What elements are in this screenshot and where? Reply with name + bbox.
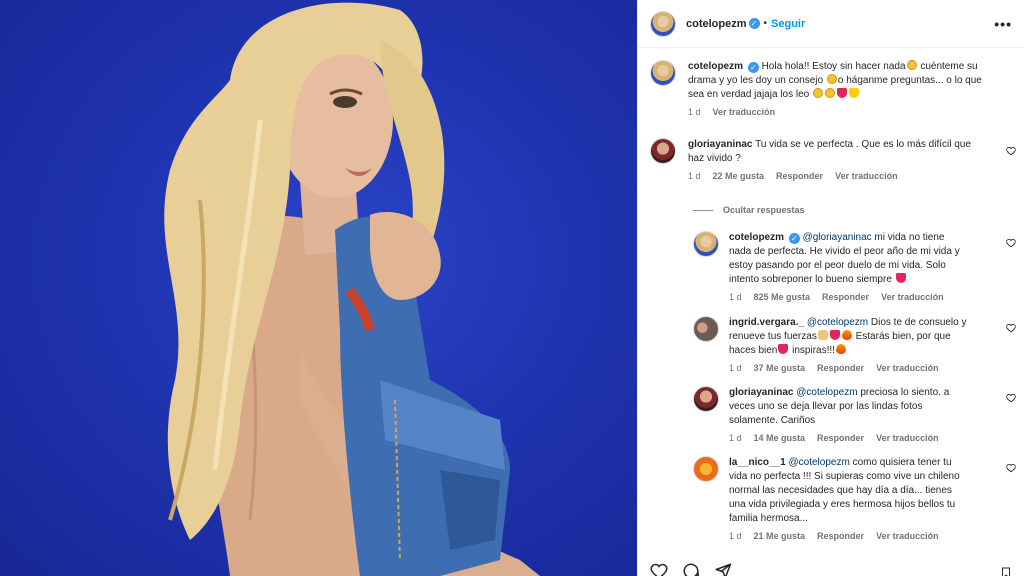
comment-icon[interactable] [682,562,700,576]
reply-username[interactable]: ingrid.vergara._ [729,317,804,328]
translate-link[interactable]: Ver traducción [881,292,944,302]
heart-icon[interactable] [1006,238,1016,248]
smile-emoji-icon [812,88,823,98]
comment-username[interactable]: gloriayaninac [688,139,752,150]
commenter-avatar[interactable] [650,138,676,164]
translate-link[interactable]: Ver traducción [876,363,939,373]
reply-username[interactable]: la__nico__1 [729,457,786,468]
reply: la__nico__1 @cotelopezm como quisiera te… [693,456,1005,541]
post-header: cotelopezm ✓ • Seguir ••• [638,0,1024,48]
share-icon[interactable] [714,562,732,576]
caption-avatar[interactable] [650,60,676,86]
reply-likes[interactable]: 37 Me gusta [754,363,806,373]
caption: cotelopezm ✓ Hola hola!! Estoy sin hacer… [650,60,1005,117]
raised-hands-emoji-icon [817,330,828,340]
translate-link[interactable]: Ver traducción [876,531,939,541]
comment-likes[interactable]: 22 Me gusta [713,171,765,181]
reply: cotelopezm ✓ @gloriayaninac mi vida no t… [693,231,1005,302]
hide-replies-button[interactable]: Ocultar respuestas [693,205,805,215]
grimace-emoji-icon [906,60,917,70]
reply-mention[interactable]: @cotelopezm [796,387,857,398]
fire-emoji-icon [835,344,846,354]
reply: ingrid.vergara._ @cotelopezm Dios te de … [693,316,1005,373]
reply-mention[interactable]: @cotelopezm [789,457,850,468]
reply-text-3: inspiras!!! [789,345,835,356]
reply-mention[interactable]: @cotelopezm [807,317,868,328]
comment-time: 1 d [688,171,701,181]
reply-mention[interactable]: @gloriayaninac [803,232,872,243]
reply-avatar[interactable] [693,386,719,412]
header-separator: • [763,18,768,29]
reply-time: 1 d [729,292,742,302]
verified-badge-icon: ✓ [748,18,760,29]
reply-likes[interactable]: 14 Me gusta [754,433,806,443]
comment: gloriayaninac Tu vida se ve perfecta . Q… [650,138,1005,181]
reply-button[interactable]: Responder [817,363,864,373]
comments-area[interactable]: cotelopezm ✓ Hola hola!! Estoy sin hacer… [638,48,1024,576]
post-side-panel: cotelopezm ✓ • Seguir ••• cotelopezm ✓ H… [637,0,1024,576]
reply-button[interactable]: Responder [817,531,864,541]
red-heart-emoji-icon [778,344,789,354]
instagram-post-view: cotelopezm ✓ • Seguir ••• cotelopezm ✓ H… [0,0,1024,576]
like-heart-icon[interactable] [650,562,668,576]
reply-username[interactable]: gloriayaninac [729,387,793,398]
more-options-icon[interactable]: ••• [994,16,1012,32]
post-photo[interactable] [0,0,637,576]
caption-text-1: Hola hola!! Estoy sin hacer nada [761,61,906,72]
reply-button[interactable]: Responder [817,433,864,443]
reply-time: 1 d [729,531,742,541]
heart-icon[interactable] [1006,146,1016,156]
reply-likes[interactable]: 21 Me gusta [754,531,806,541]
hide-replies-line [693,209,713,211]
translate-link[interactable]: Ver traducción [876,433,939,443]
reply-button[interactable]: Responder [822,292,869,302]
caption-translate-link[interactable]: Ver traducción [713,107,776,117]
reply-avatar[interactable] [693,231,719,257]
heart-icon[interactable] [1006,323,1016,333]
photo-illustration [164,2,540,576]
follow-button[interactable]: Seguir [771,18,805,30]
verified-badge-icon: ✓ [788,233,800,244]
caption-username[interactable]: cotelopezm [688,61,743,72]
red-heart-emoji-icon [836,88,847,98]
fire-emoji-icon [841,330,852,340]
red-heart-emoji-icon [829,330,840,340]
reply-avatar[interactable] [693,456,719,482]
smile-emoji-icon [824,88,835,98]
smile-emoji-icon [826,74,837,84]
bookmark-icon[interactable] [1000,566,1012,576]
caption-time: 1 d [688,107,701,117]
red-heart-emoji-icon [895,273,906,283]
reply: gloriayaninac @cotelopezm preciosa lo si… [693,386,1005,443]
reply-time: 1 d [729,433,742,443]
reply-avatar[interactable] [693,316,719,342]
reply-username[interactable]: cotelopezm [729,232,784,243]
reply-time: 1 d [729,363,742,373]
hide-replies-label: Ocultar respuestas [723,205,805,215]
author-username[interactable]: cotelopezm [686,18,747,30]
author-avatar[interactable] [650,10,676,37]
heart-icon[interactable] [1006,463,1016,473]
reply-button[interactable]: Responder [776,171,823,181]
post-action-bar [650,562,732,576]
translate-link[interactable]: Ver traducción [835,171,898,181]
reply-likes[interactable]: 825 Me gusta [754,292,811,302]
yellow-heart-emoji-icon [848,88,859,98]
heart-icon[interactable] [1006,393,1016,403]
verified-badge-icon: ✓ [747,62,759,73]
